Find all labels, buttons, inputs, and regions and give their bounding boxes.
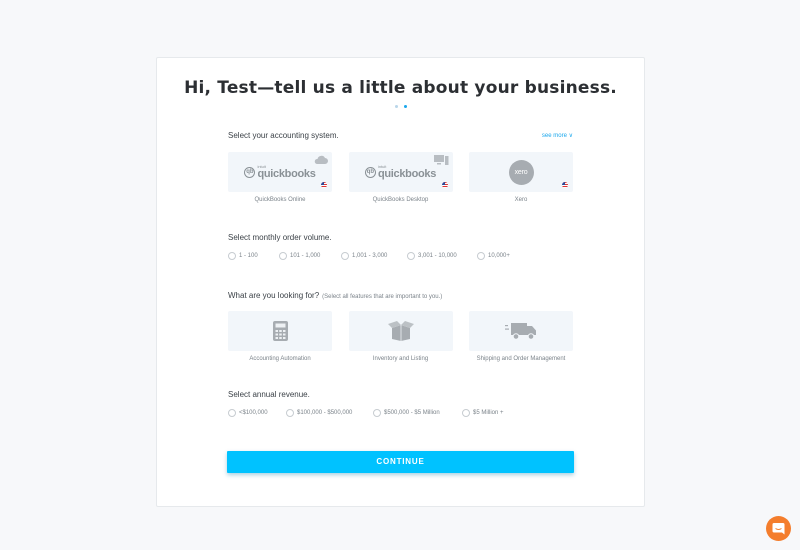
tile-caption: Accounting Automation <box>249 356 311 362</box>
volume-option-2[interactable]: 101 - 1,000 <box>279 252 341 260</box>
tile-caption: Xero <box>514 197 528 203</box>
chat-launcher-button[interactable] <box>766 516 791 541</box>
tile-caption: Inventory and Listing <box>372 356 429 362</box>
quickbooks-logo: qb intuit quickbooks <box>364 164 437 180</box>
radio-button[interactable] <box>228 409 236 417</box>
radio-button[interactable] <box>373 409 381 417</box>
revenue-option-2[interactable]: $100,000 - $500,000 <box>286 409 373 417</box>
feature-option-inventory: Inventory and Listing <box>348 311 453 362</box>
accounting-section-label: Select your accounting system. <box>228 131 339 140</box>
quickbooks-wordmark: quickbooks <box>257 167 316 180</box>
us-flag-icon <box>562 182 568 188</box>
us-flag-icon <box>321 182 327 188</box>
shipping-order-tile[interactable] <box>469 311 573 351</box>
chat-icon <box>772 523 785 535</box>
radio-button[interactable] <box>407 252 415 260</box>
onboarding-card: Hi, Test—tell us a little about your bus… <box>156 57 645 507</box>
page-title: Hi, Test—tell us a little about your bus… <box>184 78 617 98</box>
inventory-listing-tile[interactable] <box>348 311 453 351</box>
radio-label: $100,000 - $500,000 <box>297 410 353 416</box>
quickbooks-logo: qb intuit quickbooks <box>244 164 316 180</box>
revenue-section-label: Select annual revenue. <box>228 390 310 399</box>
step-indicator <box>157 105 644 108</box>
features-label: What are you looking for? <box>228 291 320 300</box>
radio-label: 1,001 - 3,000 <box>352 253 388 259</box>
tile-caption: Shipping and Order Management <box>476 356 566 362</box>
radio-label: 3,001 - 10,000 <box>418 253 457 259</box>
feature-options: Accounting Automation Inventory and List… <box>228 311 573 362</box>
step-dot-1 <box>394 105 398 108</box>
radio-button[interactable] <box>341 252 349 260</box>
quickbooks-desktop-tile[interactable]: qb intuit quickbooks <box>348 152 453 192</box>
quickbooks-wordmark: quickbooks <box>377 167 437 180</box>
see-more-link[interactable]: see more ∨ <box>542 132 573 139</box>
feature-option-shipping: Shipping and Order Management <box>469 311 573 362</box>
xero-logo: xero <box>508 159 534 185</box>
radio-label: <$100,000 <box>239 410 268 416</box>
tile-caption: QuickBooks Online <box>254 197 306 203</box>
feature-option-accounting: Accounting Automation <box>228 311 332 362</box>
radio-button[interactable] <box>477 252 485 260</box>
radio-label: $5 Million + <box>473 410 504 416</box>
box-icon <box>387 321 414 341</box>
quickbooks-mark-icon: qb <box>364 166 376 178</box>
radio-label: 10,000+ <box>488 253 510 259</box>
cloud-icon <box>314 155 328 164</box>
accounting-options: qb intuit quickbooks QuickBooks Online q… <box>228 152 573 203</box>
radio-button[interactable] <box>228 252 236 260</box>
radio-button[interactable] <box>286 409 294 417</box>
tile-caption: QuickBooks Desktop <box>372 197 429 203</box>
features-hint: (Select all features that are important … <box>322 294 443 300</box>
features-section-label: What are you looking for? (Select all fea… <box>228 291 442 300</box>
volume-section-label: Select monthly order volume. <box>228 233 332 242</box>
volume-option-4[interactable]: 3,001 - 10,000 <box>407 252 477 260</box>
radio-button[interactable] <box>462 409 470 417</box>
truck-icon <box>505 323 536 340</box>
volume-option-3[interactable]: 1,001 - 3,000 <box>341 252 407 260</box>
revenue-option-1[interactable]: <$100,000 <box>228 409 286 417</box>
calculator-icon <box>272 321 288 341</box>
volume-options: 1 - 100 101 - 1,000 1,001 - 3,000 3,001 … <box>228 252 510 260</box>
step-dot-2 <box>403 105 407 108</box>
revenue-option-3[interactable]: $500,000 - $5 Million <box>373 409 462 417</box>
quickbooks-mark-icon: qb <box>244 166 256 178</box>
desktop-icon <box>433 155 448 165</box>
accounting-option-quickbooks-desktop: qb intuit quickbooks QuickBooks Desktop <box>348 152 453 203</box>
radio-label: 101 - 1,000 <box>290 253 321 259</box>
xero-tile[interactable]: xero <box>469 152 573 192</box>
accounting-option-quickbooks-online: qb intuit quickbooks QuickBooks Online <box>228 152 332 203</box>
radio-label: 1 - 100 <box>239 253 258 259</box>
continue-button[interactable]: CONTINUE <box>227 451 574 473</box>
volume-option-1[interactable]: 1 - 100 <box>228 252 279 260</box>
quickbooks-online-tile[interactable]: qb intuit quickbooks <box>228 152 332 192</box>
accounting-option-xero: xero Xero <box>469 152 573 203</box>
accounting-automation-tile[interactable] <box>228 311 332 351</box>
revenue-options: <$100,000 $100,000 - $500,000 $500,000 -… <box>228 409 504 417</box>
radio-button[interactable] <box>279 252 287 260</box>
revenue-option-4[interactable]: $5 Million + <box>462 409 504 417</box>
volume-option-5[interactable]: 10,000+ <box>477 252 510 260</box>
radio-label: $500,000 - $5 Million <box>384 410 440 416</box>
us-flag-icon <box>441 182 448 188</box>
